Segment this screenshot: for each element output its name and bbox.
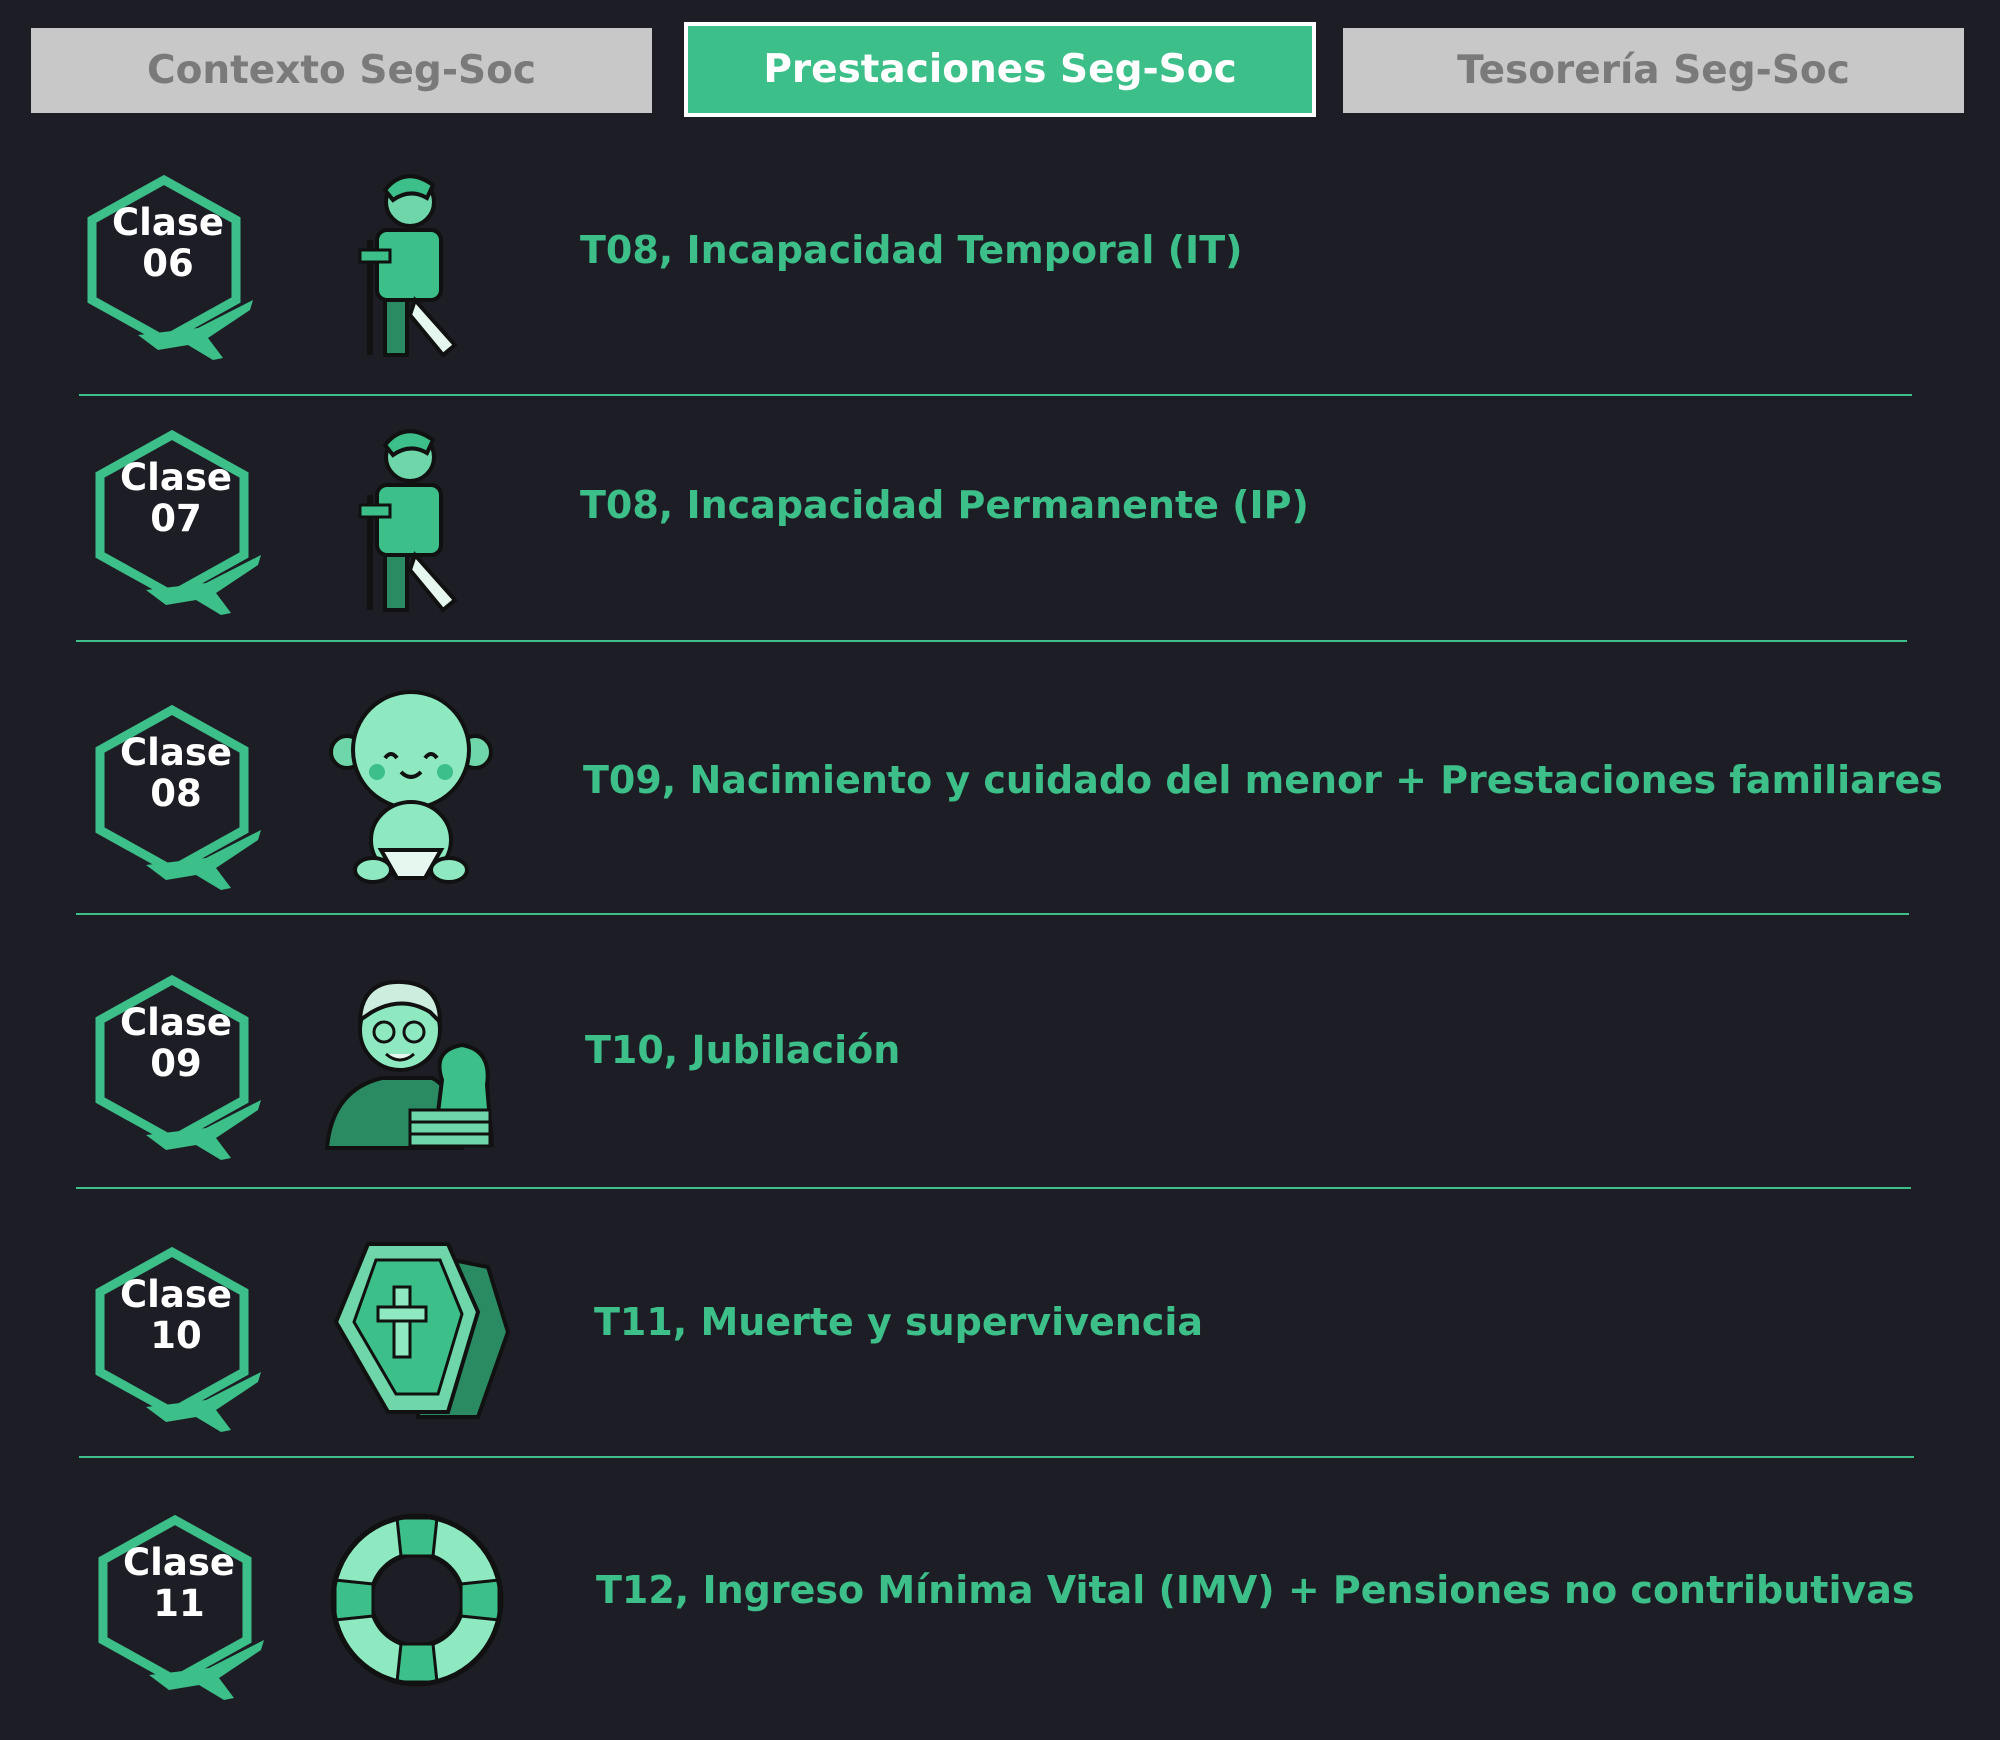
clase-word: Clase (112, 201, 224, 244)
clase-word: Clase (123, 1541, 235, 1584)
clase-badge: Clase 09 (86, 960, 276, 1160)
topic-link[interactable]: T11, Muerte y supervivencia (594, 1222, 1203, 1422)
lifebuoy-icon (327, 1500, 527, 1700)
topic-link[interactable]: T09, Nacimiento y cuidado del menor + Pr… (583, 680, 1943, 880)
divider (79, 1456, 1914, 1458)
topic-link[interactable]: T08, Incapacidad Temporal (IT) (580, 150, 1242, 350)
list-item[interactable]: Clase 09 T10, Jubilación (0, 950, 2000, 1200)
clase-number: 11 (153, 1582, 205, 1625)
clase-badge: Clase 11 (89, 1500, 279, 1700)
clase-badge: Clase 06 (78, 160, 268, 360)
tab-label: Contexto Seg-Soc (146, 48, 537, 93)
list-item[interactable]: Clase 07 T08, Incapacidad Permanente (IP) (0, 405, 2000, 655)
tab-prestaciones[interactable]: Prestaciones Seg-Soc (684, 22, 1316, 117)
clase-word: Clase (120, 456, 232, 499)
coffin-icon (328, 1232, 528, 1432)
tab-label: Tesorería Seg-Soc (1457, 48, 1850, 93)
list-item[interactable]: Clase 11 T12, Ingreso Mínima Vital (IMV) … (0, 1490, 2000, 1740)
clase-number: 07 (150, 497, 202, 540)
divider (79, 394, 1912, 396)
clase-word: Clase (120, 1001, 232, 1044)
tab-label: Prestaciones Seg-Soc (763, 47, 1237, 92)
clase-badge: Clase 08 (86, 690, 276, 890)
topic-link[interactable]: T08, Incapacidad Permanente (IP) (580, 405, 1309, 605)
topic-link[interactable]: T10, Jubilación (585, 950, 900, 1150)
divider (76, 640, 1907, 642)
injured-person-crutch-icon (315, 160, 515, 360)
tab-contexto[interactable]: Contexto Seg-Soc (31, 28, 652, 113)
retired-man-money-bag-icon (322, 960, 522, 1160)
clase-word: Clase (120, 731, 232, 774)
divider (76, 913, 1909, 915)
tab-tesoreria[interactable]: Tesorería Seg-Soc (1343, 28, 1964, 113)
clase-number: 06 (142, 242, 194, 285)
clase-badge: Clase 07 (86, 415, 276, 615)
list-item[interactable]: Clase 06 T08, Incapacidad Temporal (IT) (0, 150, 2000, 400)
list-item[interactable]: Clase 08 T09, Nacimiento y cuidado del me… (0, 680, 2000, 930)
topic-link[interactable]: T12, Ingreso Mínima Vital (IMV) + Pensio… (596, 1490, 1915, 1690)
clase-number: 09 (150, 1042, 202, 1085)
clase-number: 10 (150, 1314, 202, 1357)
clase-badge: Clase 10 (86, 1232, 276, 1432)
baby-icon (325, 690, 525, 890)
list-item[interactable]: Clase 10 T11, Muerte y supervivencia (0, 1222, 2000, 1472)
clase-word: Clase (120, 1273, 232, 1316)
clase-number: 08 (150, 772, 202, 815)
injured-person-crutch-icon (315, 415, 515, 615)
divider (76, 1187, 1911, 1189)
